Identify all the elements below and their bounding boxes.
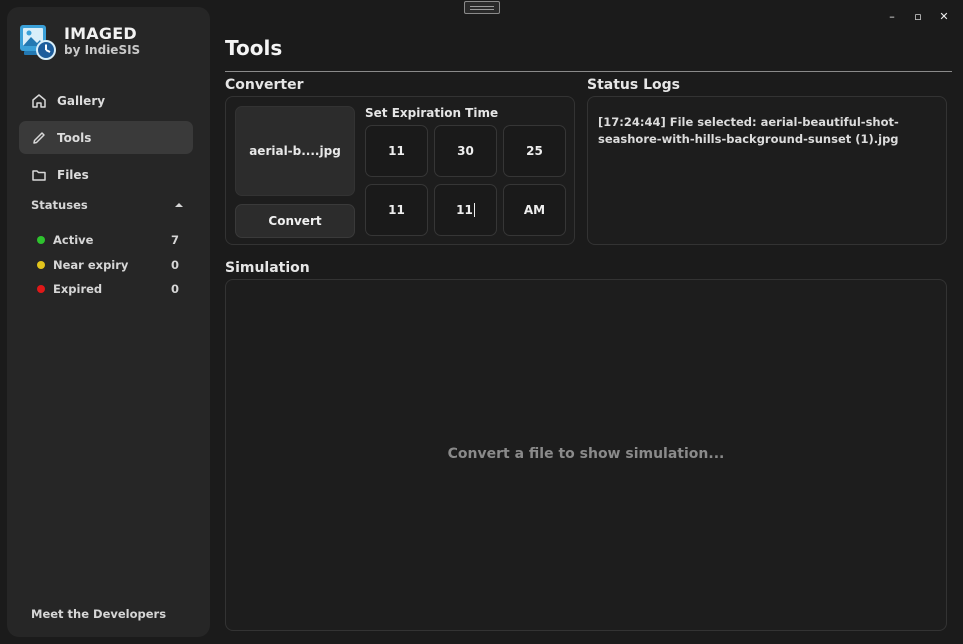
converter-heading: Converter xyxy=(225,77,304,93)
sidebar-item-gallery[interactable]: Gallery xyxy=(19,84,193,117)
status-count: 7 xyxy=(170,233,179,248)
statuses-label: Statuses xyxy=(31,198,88,212)
status-dot-icon xyxy=(37,285,45,294)
sidebar-item-label: Tools xyxy=(57,130,92,145)
minimize-button[interactable]: – xyxy=(881,8,903,24)
expiration-field-month[interactable]: 11 xyxy=(365,125,428,177)
status-label: Active xyxy=(53,233,94,248)
status-logs-panel: [17:24:44] File selected: aerial-beautif… xyxy=(587,96,947,245)
app-name: IMAGED xyxy=(64,23,137,43)
status-expired: Expired 0 xyxy=(37,277,179,302)
expiration-field-year[interactable]: 25 xyxy=(503,125,566,177)
simulation-panel: Convert a file to show simulation... xyxy=(225,279,947,631)
convert-button[interactable]: Convert xyxy=(235,204,355,238)
status-list: Active 7 Near expiry 0 Expired 0 xyxy=(37,228,179,302)
meet-developers-link[interactable]: Meet the Developers xyxy=(31,607,166,621)
home-icon xyxy=(32,93,46,108)
status-dot-icon xyxy=(37,236,45,245)
expiration-field-hour[interactable]: 11 xyxy=(365,184,428,236)
minute-value: 11 xyxy=(456,203,473,217)
simulation-heading: Simulation xyxy=(225,260,310,276)
converter-panel: aerial-b....jpg Convert Set Expiration T… xyxy=(225,96,575,245)
status-count: 0 xyxy=(170,257,179,272)
sidebar-nav: Gallery Tools Files xyxy=(19,84,193,195)
file-picker[interactable]: aerial-b....jpg xyxy=(235,106,355,196)
expiration-field-ampm[interactable]: AM xyxy=(503,184,566,236)
sidebar-item-label: Files xyxy=(57,167,89,182)
chevron-up-icon xyxy=(175,203,183,207)
expiration-field-day[interactable]: 30 xyxy=(434,125,497,177)
sidebar-item-files[interactable]: Files xyxy=(19,158,193,191)
expiration-field-minute[interactable]: 11 xyxy=(434,184,497,236)
app-byline: by IndieSIS xyxy=(64,42,141,57)
pencil-icon xyxy=(33,131,45,144)
status-label: Near expiry xyxy=(53,257,129,272)
sidebar-item-label: Gallery xyxy=(57,93,106,108)
status-logs-heading: Status Logs xyxy=(587,77,680,93)
simulation-placeholder: Convert a file to show simulation... xyxy=(447,446,725,462)
close-button[interactable]: ✕ xyxy=(933,8,955,24)
app-logo-icon xyxy=(18,21,56,61)
expiration-label: Set Expiration Time xyxy=(365,106,499,120)
status-dot-icon xyxy=(37,260,45,269)
brand: IMAGED by IndieSIS xyxy=(18,21,140,61)
log-entry: [17:24:44] File selected: aerial-beautif… xyxy=(598,115,899,146)
drag-handle[interactable] xyxy=(464,1,500,14)
sidebar: IMAGED by IndieSIS Gallery Tools Files S… xyxy=(7,7,210,637)
page-title: Tools xyxy=(225,36,283,60)
app-window: – ▫ ✕ IMAGED by IndieSIS Gallery Tools F… xyxy=(0,0,963,644)
status-near-expiry: Near expiry 0 xyxy=(37,253,179,278)
sidebar-item-tools[interactable]: Tools xyxy=(19,121,193,154)
folder-icon xyxy=(32,169,46,181)
window-controls: – ▫ ✕ xyxy=(881,8,955,24)
status-active: Active 7 xyxy=(37,228,179,253)
maximize-button[interactable]: ▫ xyxy=(907,8,929,24)
statuses-toggle[interactable]: Statuses xyxy=(31,198,183,212)
status-count: 0 xyxy=(170,282,179,297)
status-label: Expired xyxy=(53,282,103,297)
title-divider xyxy=(225,71,952,72)
